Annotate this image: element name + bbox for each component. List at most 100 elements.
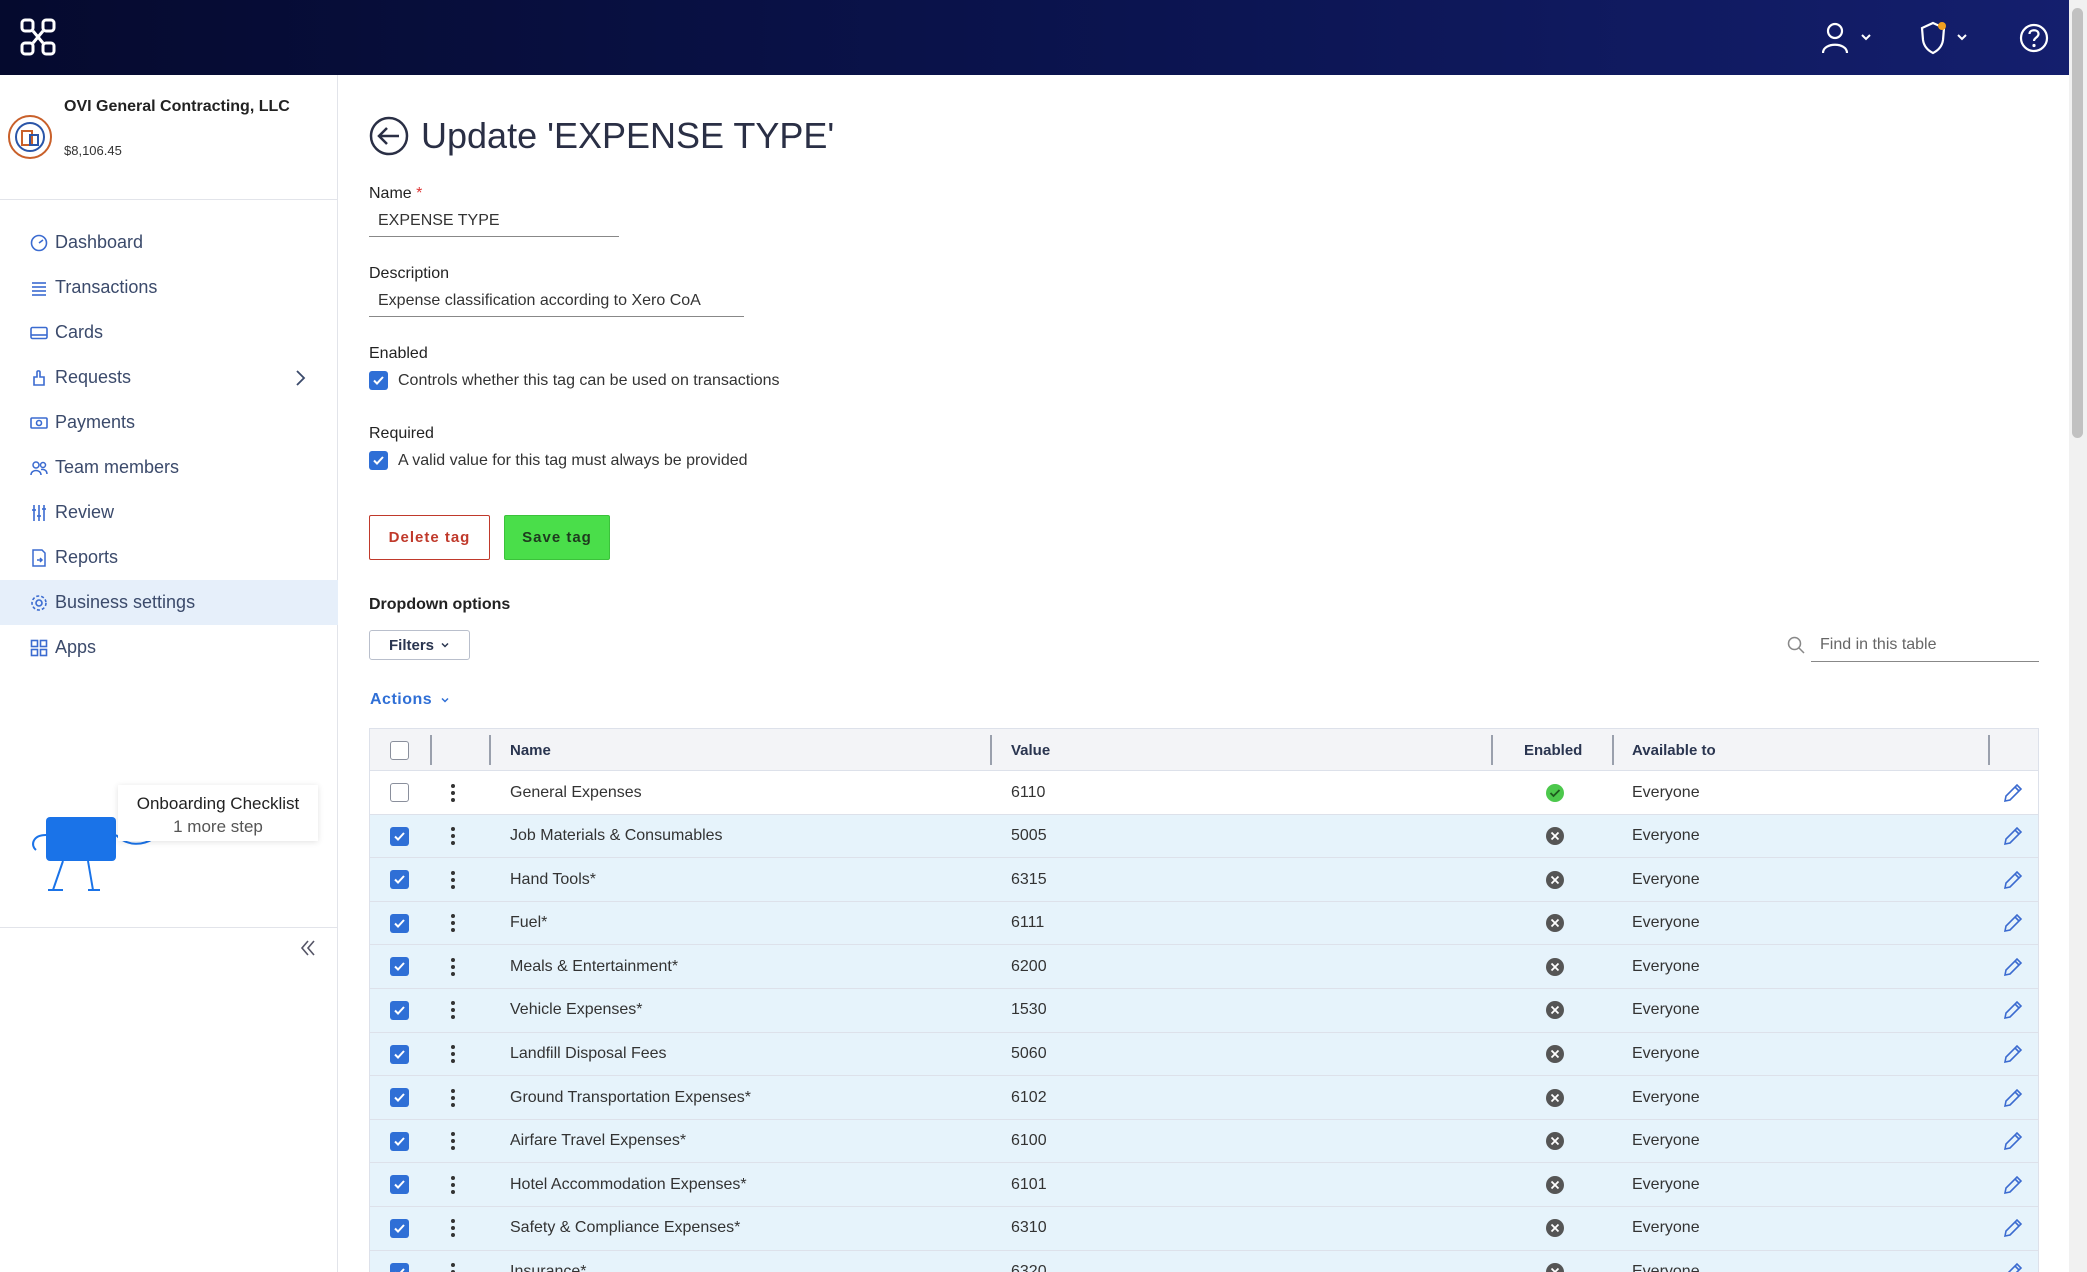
app-logo-icon[interactable]: [20, 18, 56, 56]
row-edit-button[interactable]: [2002, 945, 2024, 988]
user-icon: [1822, 22, 1871, 54]
actions-menu-button[interactable]: Actions: [370, 691, 450, 709]
scrollbar-thumb[interactable]: [2072, 8, 2083, 438]
row-available-to: Everyone: [1632, 827, 1700, 845]
column-divider[interactable]: [990, 735, 992, 765]
required-checkbox[interactable]: [369, 451, 388, 470]
row-menu-button[interactable]: [450, 1033, 456, 1076]
select-all-checkbox[interactable]: [390, 740, 409, 760]
row-menu-button[interactable]: [450, 1120, 456, 1163]
row-value: 6101: [1011, 1175, 1047, 1193]
table-row[interactable]: Meals & Entertainment* 6200 Everyone: [370, 945, 2038, 989]
row-menu-button[interactable]: [450, 945, 456, 988]
table-row[interactable]: Job Materials & Consumables 5005 Everyone: [370, 814, 2038, 859]
row-menu-button[interactable]: [450, 858, 456, 901]
column-divider[interactable]: [1612, 735, 1614, 765]
filters-button[interactable]: Filters: [369, 630, 470, 660]
column-divider[interactable]: [489, 735, 491, 765]
user-menu-button[interactable]: [1822, 20, 1874, 56]
row-menu-button[interactable]: [450, 1251, 456, 1272]
row-menu-button[interactable]: [450, 1163, 456, 1206]
table-row[interactable]: Safety & Compliance Expenses* 6310 Everyon…: [370, 1206, 2038, 1251]
row-menu-button[interactable]: [450, 1207, 456, 1250]
row-menu-button[interactable]: [450, 815, 456, 858]
row-edit-button[interactable]: [2002, 1076, 2024, 1119]
table-row[interactable]: Ground Transportation Expenses* 6102 Every…: [370, 1076, 2038, 1120]
column-divider[interactable]: [430, 735, 432, 765]
enabled-checkbox-row[interactable]: Controls whether this tag can be used on…: [369, 371, 780, 390]
table-row[interactable]: Fuel* 6111 Everyone: [370, 901, 2038, 946]
row-menu-button[interactable]: [450, 989, 456, 1032]
onboarding-checklist[interactable]: Onboarding Checklist 1 more step: [118, 785, 318, 841]
row-name: General Expenses: [510, 783, 642, 801]
row-checkbox[interactable]: [390, 783, 409, 802]
table-row[interactable]: Insurance* 6320 Everyone: [370, 1250, 2038, 1272]
row-menu-button[interactable]: [450, 771, 456, 814]
sidebar-item-apps[interactable]: Apps: [0, 625, 338, 670]
kebab-menu-icon: [451, 1219, 455, 1238]
row-available-to: Everyone: [1632, 1175, 1700, 1193]
row-checkbox[interactable]: [390, 1262, 409, 1272]
kebab-menu-icon: [451, 1088, 455, 1107]
required-checkbox-row[interactable]: A valid value for this tag must always b…: [369, 451, 748, 470]
security-menu-button[interactable]: [1920, 20, 1972, 56]
name-field[interactable]: [369, 205, 619, 237]
table-row[interactable]: Airfare Travel Expenses* 6100 Everyone: [370, 1119, 2038, 1164]
sidebar-item-business-settings[interactable]: Business settings: [0, 580, 338, 625]
row-checkbox[interactable]: [390, 1044, 409, 1064]
row-checkbox[interactable]: [390, 957, 409, 977]
description-field[interactable]: [369, 285, 744, 317]
row-edit-button[interactable]: [2002, 1251, 2024, 1272]
sidebar-item-cards[interactable]: Cards: [0, 310, 338, 355]
sidebar-item-requests[interactable]: Requests: [0, 355, 338, 400]
sidebar-item-payments[interactable]: Payments: [0, 400, 338, 445]
column-header-enabled[interactable]: Enabled: [1524, 729, 1582, 771]
sidebar-item-team-members[interactable]: Team members: [0, 445, 338, 490]
row-edit-button[interactable]: [2002, 1163, 2024, 1206]
help-button[interactable]: [2018, 20, 2050, 56]
row-edit-button[interactable]: [2002, 902, 2024, 945]
row-edit-button[interactable]: [2002, 771, 2024, 814]
row-edit-button[interactable]: [2002, 858, 2024, 901]
row-checkbox[interactable]: [390, 1218, 409, 1238]
column-divider[interactable]: [1491, 735, 1493, 765]
table-row[interactable]: Vehicle Expenses* 1530 Everyone: [370, 988, 2038, 1033]
table-row[interactable]: Hotel Accommodation Expenses* 6101 Everyon…: [370, 1163, 2038, 1207]
row-edit-button[interactable]: [2002, 1207, 2024, 1250]
page-scrollbar[interactable]: [2069, 0, 2087, 1272]
disabled-x-icon: [1546, 827, 1564, 846]
collapse-sidebar-button[interactable]: [298, 937, 318, 965]
back-arrow-icon[interactable]: [369, 116, 409, 156]
table-row[interactable]: Landfill Disposal Fees 5060 Everyone: [370, 1032, 2038, 1077]
row-checkbox[interactable]: [390, 913, 409, 933]
row-checkbox[interactable]: [390, 826, 409, 846]
row-checkbox[interactable]: [390, 1175, 409, 1195]
column-header-available-to[interactable]: Available to: [1632, 729, 1716, 771]
column-header-value[interactable]: Value: [1011, 729, 1050, 771]
dashboard-icon: [30, 234, 48, 252]
required-description: A valid value for this tag must always b…: [398, 451, 748, 469]
onboarding-subtitle: 1 more step: [173, 817, 263, 836]
table-row[interactable]: General Expenses 6110 Everyone: [370, 771, 2038, 815]
save-tag-button[interactable]: Save tag: [504, 515, 610, 560]
row-checkbox[interactable]: [390, 1088, 409, 1108]
row-checkbox[interactable]: [390, 1131, 409, 1151]
table-row[interactable]: Hand Tools* 6315 Everyone: [370, 858, 2038, 902]
delete-tag-button[interactable]: Delete tag: [369, 515, 490, 560]
row-checkbox[interactable]: [390, 870, 409, 890]
sidebar-item-transactions[interactable]: Transactions: [0, 265, 338, 310]
row-edit-button[interactable]: [2002, 1033, 2024, 1076]
search-input[interactable]: [1811, 628, 2039, 662]
sidebar-item-review[interactable]: Review: [0, 490, 338, 535]
column-divider[interactable]: [1988, 735, 1990, 765]
row-edit-button[interactable]: [2002, 1120, 2024, 1163]
sidebar-item-dashboard[interactable]: Dashboard: [0, 220, 338, 265]
row-edit-button[interactable]: [2002, 989, 2024, 1032]
row-menu-button[interactable]: [450, 1076, 456, 1119]
sidebar-item-reports[interactable]: Reports: [0, 535, 338, 580]
row-edit-button[interactable]: [2002, 815, 2024, 858]
row-menu-button[interactable]: [450, 902, 456, 945]
row-checkbox[interactable]: [390, 1000, 409, 1020]
enabled-checkbox[interactable]: [369, 371, 388, 390]
column-header-name[interactable]: Name: [510, 729, 551, 771]
